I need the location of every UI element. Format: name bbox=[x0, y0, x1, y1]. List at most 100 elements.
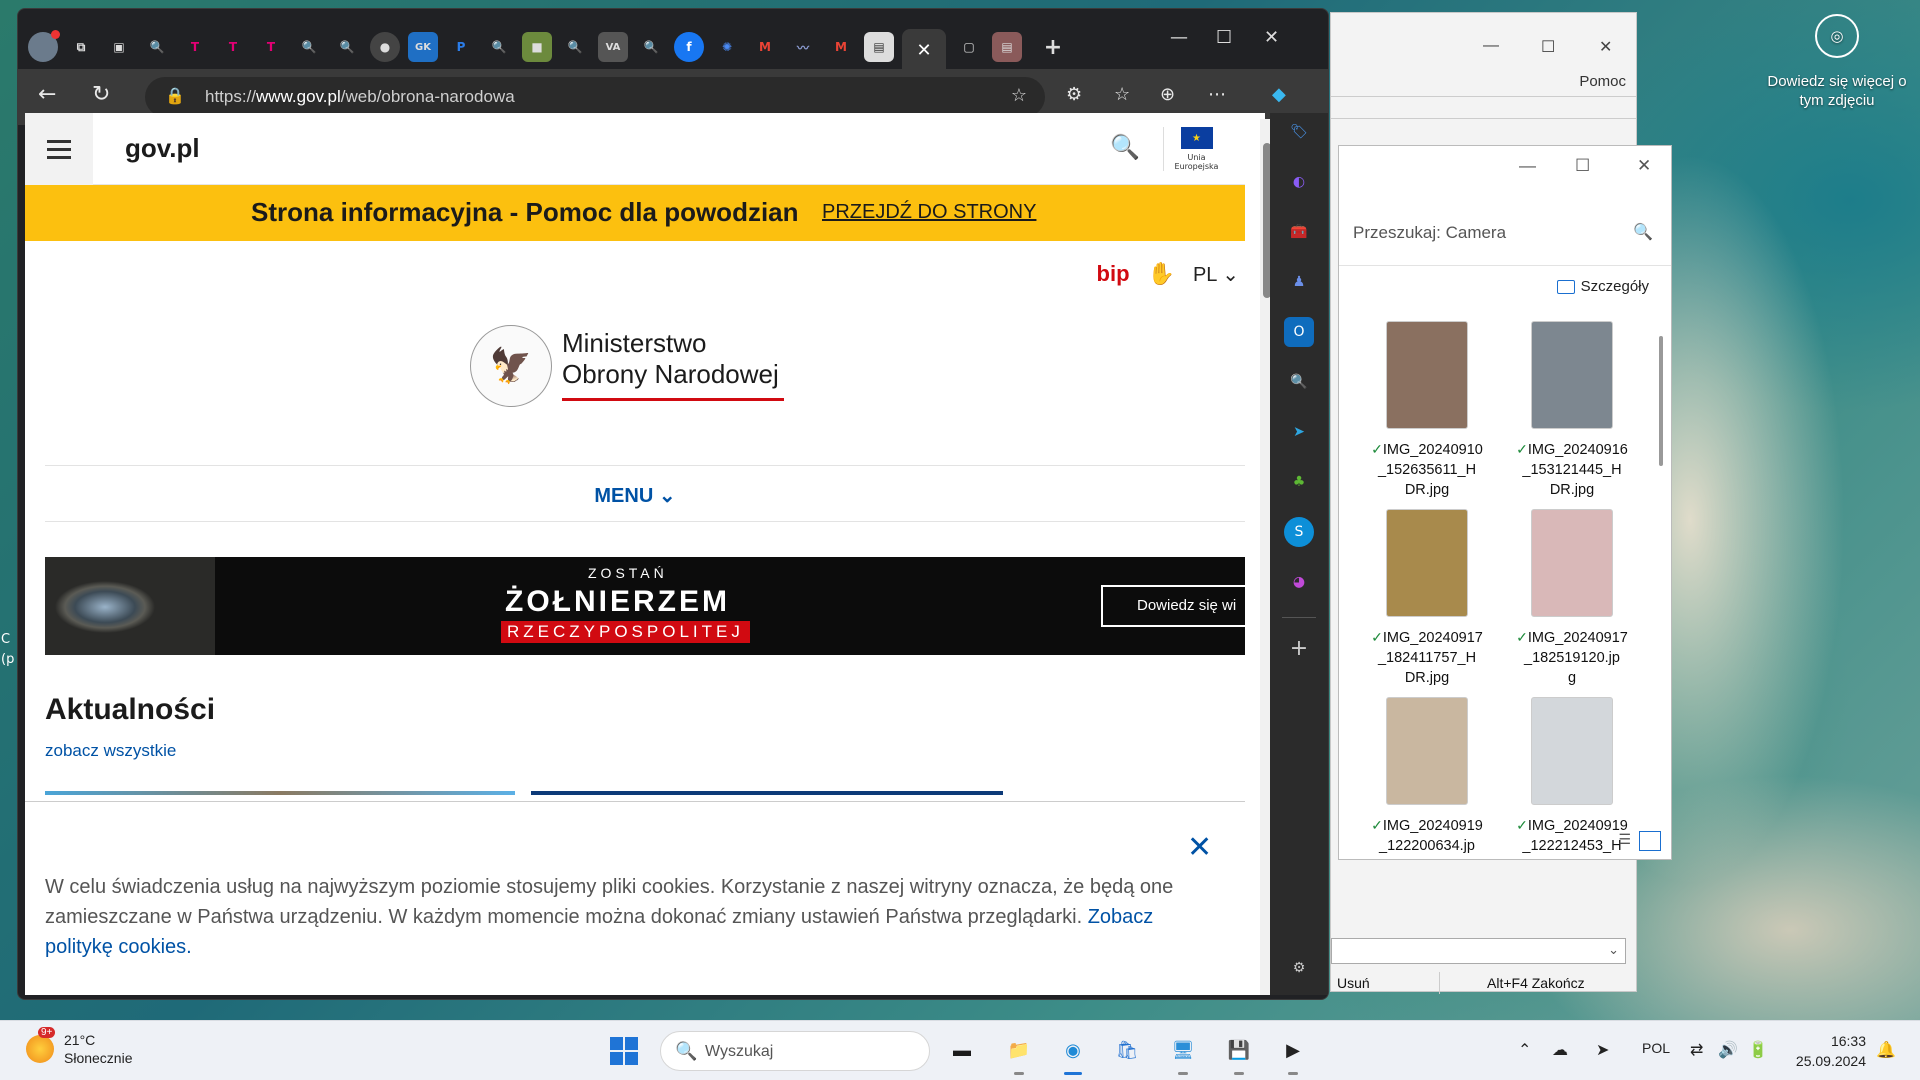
tab-search-icon[interactable]: 🔍 bbox=[142, 32, 172, 62]
control-panel-icon[interactable]: 🖥 bbox=[1166, 1033, 1200, 1075]
collections-icon[interactable]: ⊕ bbox=[1160, 84, 1175, 105]
maximize-icon[interactable]: ☐ bbox=[1575, 156, 1590, 176]
minimize-icon[interactable]: — bbox=[1483, 37, 1499, 55]
see-all-news-link[interactable]: zobacz wszystkie bbox=[45, 741, 176, 761]
workspaces-icon[interactable]: ⧉ bbox=[66, 32, 96, 62]
shopping-icon[interactable]: 🏷 bbox=[1284, 117, 1314, 147]
favorite-star-icon[interactable]: ☆ bbox=[1011, 85, 1027, 106]
tab-gmail-icon[interactable]: M bbox=[750, 32, 780, 62]
address-bar[interactable]: 🔒 https://www.gov.pl/web/obrona-narodowa… bbox=[145, 77, 1045, 117]
maximize-icon[interactable]: ☐ bbox=[1541, 37, 1555, 57]
copilot-icon[interactable]: ◆ bbox=[1272, 84, 1286, 105]
copilot-sidebar-icon[interactable]: ◐ bbox=[1284, 167, 1314, 197]
network-icon[interactable]: ⇄ bbox=[1690, 1040, 1703, 1060]
language-selector[interactable]: PL ⌄ bbox=[1193, 262, 1239, 287]
tab-image-icon[interactable]: ▤ bbox=[864, 32, 894, 62]
search-icon[interactable]: 🔍 bbox=[1633, 222, 1653, 242]
settings-gear-icon[interactable]: ⚙ bbox=[1284, 953, 1314, 983]
refresh-icon[interactable]: ↻ bbox=[92, 82, 110, 107]
details-button[interactable]: Szczegóły bbox=[1556, 278, 1649, 295]
file-thumbnail[interactable]: ✓IMG_20240910 _152635611_H DR.jpg bbox=[1357, 321, 1497, 500]
banner-link[interactable]: PRZEJDŹ DO STRONY bbox=[822, 201, 1036, 224]
microsoft-store-icon[interactable]: 🛍 bbox=[1110, 1033, 1144, 1067]
scrollbar[interactable] bbox=[1659, 336, 1663, 466]
tree-icon[interactable]: ♣ bbox=[1284, 467, 1314, 497]
edge-icon[interactable]: ◉ bbox=[1056, 1033, 1090, 1075]
tab-search-icon[interactable]: 🔍 bbox=[294, 32, 324, 62]
lock-icon[interactable]: 🔒 bbox=[165, 86, 185, 105]
file-explorer-icon[interactable]: 📁 bbox=[1002, 1033, 1036, 1075]
url-text[interactable]: https://www.gov.pl/web/obrona-narodowa bbox=[205, 87, 515, 107]
tab-t-mobile-icon[interactable]: T bbox=[180, 32, 210, 62]
profile-avatar[interactable] bbox=[28, 30, 60, 62]
thumbnail-view-icon[interactable] bbox=[1639, 831, 1661, 851]
tab-shield-icon[interactable]: ■ bbox=[522, 32, 552, 62]
tab-facebook-icon[interactable]: f bbox=[674, 32, 704, 62]
tab-paypal-icon[interactable]: P bbox=[446, 32, 476, 62]
gov-logo[interactable]: gov.pl bbox=[125, 133, 200, 164]
language-indicator[interactable]: POL bbox=[1642, 1040, 1670, 1056]
close-icon[interactable]: ✕ bbox=[1599, 37, 1612, 57]
hamburger-menu-icon[interactable] bbox=[25, 113, 93, 185]
chevron-up-icon[interactable]: ⌃ bbox=[1518, 1040, 1531, 1060]
close-icon[interactable]: ✕ bbox=[1264, 27, 1279, 48]
tab-wave-icon[interactable]: 〰 bbox=[788, 32, 818, 62]
wallpaper-info[interactable]: ◎ Dowiedz się więcej o tym zdjęciu bbox=[1762, 14, 1912, 110]
save-disk-icon[interactable]: 💾 bbox=[1222, 1033, 1256, 1075]
bip-link[interactable]: bip bbox=[1097, 261, 1130, 287]
clock[interactable]: 16:33 25.09.2024 bbox=[1782, 1031, 1866, 1071]
skype-icon[interactable]: S bbox=[1284, 517, 1314, 547]
more-options-icon[interactable]: ⋯ bbox=[1208, 84, 1226, 105]
notification-bell-icon[interactable]: 🔔 bbox=[1876, 1040, 1896, 1060]
tab-actions-icon[interactable]: ▣ bbox=[104, 32, 134, 62]
dropdown[interactable]: ⌄ bbox=[1331, 938, 1626, 964]
search-input[interactable]: Przeszukaj: Camera bbox=[1353, 223, 1506, 243]
file-thumbnail[interactable]: ✓IMG_20240917 _182411757_H DR.jpg bbox=[1357, 509, 1497, 688]
tools-icon[interactable]: 🧰 bbox=[1284, 217, 1314, 247]
weather-widget[interactable]: 9+ 21°C Słonecznie bbox=[26, 1027, 133, 1067]
active-tab-close-icon[interactable]: ✕ bbox=[902, 29, 946, 71]
search-icon[interactable]: 🔍 bbox=[1284, 367, 1314, 397]
ministry-logo[interactable]: 🦅 Ministerstwo Obrony Narodowej bbox=[470, 325, 784, 407]
minimize-icon[interactable]: — bbox=[1519, 156, 1536, 176]
tab-gmail-icon[interactable]: M bbox=[826, 32, 856, 62]
add-icon[interactable]: + bbox=[1284, 633, 1314, 663]
tab-dark-icon[interactable]: ● bbox=[370, 32, 400, 62]
tab-gk-icon[interactable]: GK bbox=[408, 32, 438, 62]
file-thumbnail[interactable]: ✓IMG_20240916 _153121445_H DR.jpg bbox=[1502, 321, 1642, 500]
news-card-image[interactable] bbox=[531, 791, 1003, 795]
help-menu[interactable]: Pomoc bbox=[1579, 73, 1626, 90]
designer-icon[interactable]: ◕ bbox=[1284, 567, 1314, 597]
tab-image-icon[interactable]: ▤ bbox=[992, 32, 1022, 62]
start-button[interactable] bbox=[610, 1037, 638, 1065]
tab-search-icon[interactable]: 🔍 bbox=[484, 32, 514, 62]
file-thumbnail[interactable]: ✓IMG_20240917 _182519120.jp g bbox=[1502, 509, 1642, 688]
new-tab-icon[interactable]: + bbox=[1038, 32, 1068, 62]
telegram-icon[interactable]: ➤ bbox=[1284, 417, 1314, 447]
search-row[interactable]: Przeszukaj: Camera 🔍 bbox=[1339, 204, 1671, 266]
tab-t-mobile-icon[interactable]: T bbox=[256, 32, 286, 62]
tab-search-icon[interactable]: 🔍 bbox=[332, 32, 362, 62]
menu-toggle[interactable]: MENU ⌄ bbox=[25, 483, 1245, 508]
back-icon[interactable]: ← bbox=[38, 82, 56, 107]
close-icon[interactable]: ✕ bbox=[1187, 830, 1212, 865]
close-icon[interactable]: ✕ bbox=[1637, 156, 1651, 176]
list-view-icon[interactable]: ☰ bbox=[1618, 831, 1631, 851]
tab-search-icon[interactable]: 🔍 bbox=[560, 32, 590, 62]
cloud-icon[interactable]: ☁ bbox=[1552, 1040, 1568, 1060]
task-view-icon[interactable]: ▬ bbox=[945, 1033, 979, 1067]
close-hint[interactable]: Alt+F4 Zakończ bbox=[1487, 975, 1585, 991]
delete-hint[interactable]: Usuń bbox=[1337, 975, 1370, 991]
tab-va-icon[interactable]: VA bbox=[598, 32, 628, 62]
games-icon[interactable]: ♟ bbox=[1284, 267, 1314, 297]
file-thumbnail[interactable]: ✓IMG_20240919 _122200634.jp bbox=[1357, 697, 1497, 856]
outlook-icon[interactable]: O bbox=[1284, 317, 1314, 347]
tab-eu-icon[interactable]: ✺ bbox=[712, 32, 742, 62]
favorites-icon[interactable]: ☆ bbox=[1114, 84, 1130, 105]
sign-language-icon[interactable]: ✋ bbox=[1148, 261, 1175, 287]
volume-icon[interactable]: 🔊 bbox=[1718, 1040, 1738, 1060]
minimize-icon[interactable]: — bbox=[1170, 27, 1188, 48]
battery-icon[interactable]: 🔋 bbox=[1748, 1040, 1768, 1060]
recruitment-banner[interactable]: ZOSTAŃ ŻOŁNIERZEM RZECZYPOSPOLITEJ Dowie… bbox=[45, 557, 1245, 655]
tab-search-icon[interactable]: 🔍 bbox=[636, 32, 666, 62]
